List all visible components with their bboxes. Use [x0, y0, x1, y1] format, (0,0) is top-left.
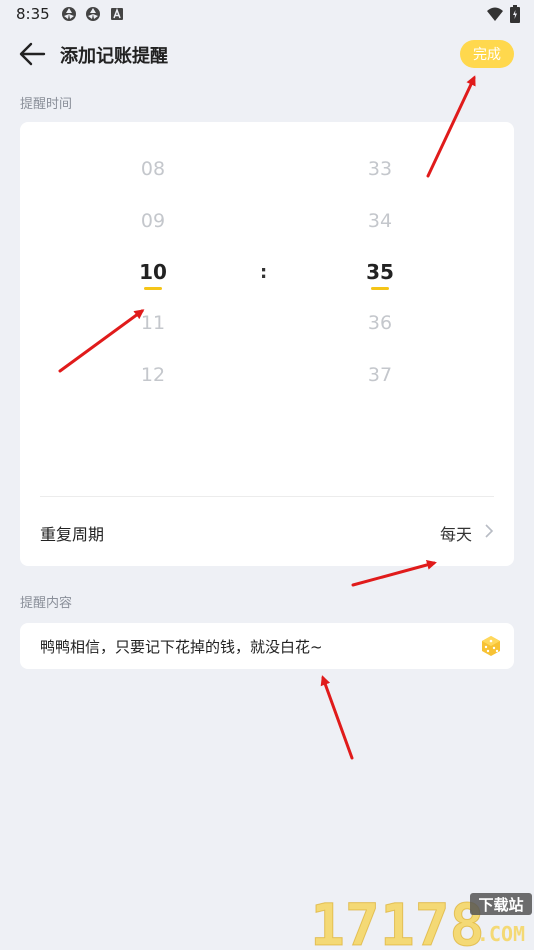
- minute-selection-indicator: [371, 287, 389, 290]
- time-separator: :: [260, 262, 268, 283]
- reminder-content-label: 提醒内容: [20, 596, 73, 611]
- hour-option[interactable]: 11: [93, 312, 213, 334]
- minute-option[interactable]: 36: [320, 312, 440, 334]
- repeat-cycle-label: 重复周期: [40, 525, 105, 544]
- hour-option[interactable]: 12: [93, 364, 213, 386]
- page-title: 添加记账提醒: [60, 46, 168, 67]
- time-picker-card: 08 09 10 11 12 : 33 34 35 36 37 重复周期 每天: [20, 122, 514, 566]
- a-badge-icon: [111, 7, 123, 20]
- status-icons-right: [486, 5, 520, 23]
- minute-option[interactable]: 33: [320, 158, 440, 180]
- repeat-cycle-row[interactable]: 重复周期 每天: [20, 497, 514, 566]
- hour-selection-indicator: [144, 287, 162, 290]
- hour-option[interactable]: 09: [93, 210, 213, 232]
- reminder-content-text[interactable]: 鸭鸭相信，只要记下花掉的钱，就没白花~: [40, 636, 323, 657]
- status-bar: 8:35: [0, 0, 534, 28]
- watermark-site-label: 下载站: [478, 896, 523, 914]
- status-time: 8:35: [16, 5, 50, 23]
- repeat-cycle-value: 每天: [439, 525, 472, 544]
- chevron-right-icon: [485, 524, 494, 538]
- reminder-content-card[interactable]: 鸭鸭相信，只要记下花掉的钱，就没白花~: [20, 623, 514, 669]
- watermark-logo: 17178 下载站 .COM: [310, 891, 532, 950]
- battery-icon: [510, 5, 520, 23]
- reminder-time-label: 提醒时间: [20, 97, 73, 112]
- minute-option[interactable]: 34: [320, 210, 440, 232]
- header: 添加记账提醒 完成: [0, 36, 534, 72]
- aperture-icon: [86, 7, 100, 21]
- hour-option[interactable]: 08: [93, 158, 213, 180]
- back-arrow-icon[interactable]: [18, 40, 48, 68]
- watermark-number: 17178: [310, 891, 485, 950]
- wifi-icon: [487, 7, 503, 21]
- watermark-domain: .COM: [477, 922, 525, 946]
- status-icons-left: [60, 5, 126, 23]
- aperture-icon: [62, 7, 76, 21]
- dice-icon[interactable]: [480, 635, 502, 657]
- minute-option[interactable]: 37: [320, 364, 440, 386]
- minute-option-selected[interactable]: 35: [320, 260, 440, 284]
- hour-option-selected[interactable]: 10: [93, 260, 213, 284]
- done-button[interactable]: 完成: [460, 40, 514, 68]
